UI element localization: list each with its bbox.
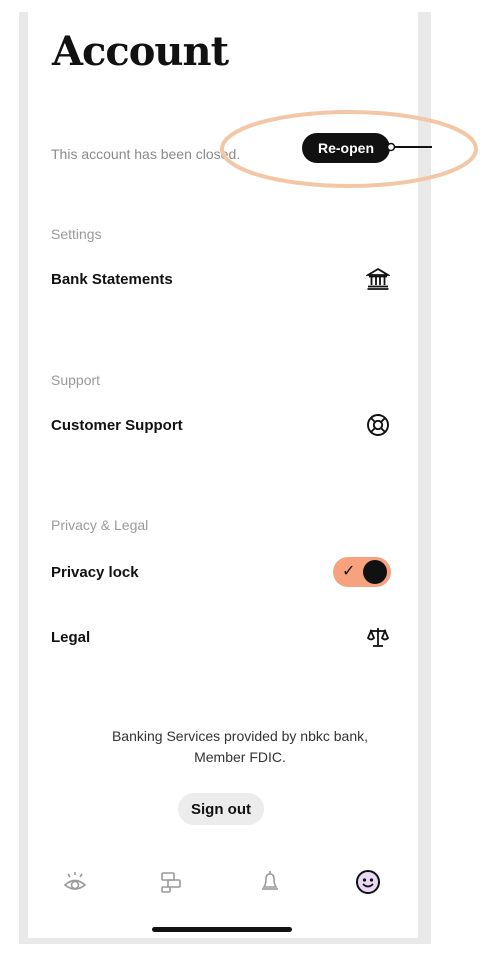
section-header-privacy-legal: Privacy & Legal — [51, 517, 149, 533]
pointer-dot-icon — [386, 142, 396, 152]
section-header-settings: Settings — [51, 226, 102, 242]
disclosure-line-1: Banking Services provided by nbkc bank, — [111, 728, 369, 744]
privacy-lock-label: Privacy lock — [51, 563, 139, 581]
bank-icon — [365, 266, 391, 292]
privacy-lock-toggle[interactable]: ✓ — [333, 557, 391, 587]
bank-statements-label: Bank Statements — [51, 270, 173, 288]
tab-notifications[interactable] — [256, 868, 284, 896]
disclosure-line-2: Member FDIC. — [194, 749, 286, 765]
tab-accounts[interactable] — [157, 868, 185, 896]
bank-disclosure: Banking Services provided by nbkc bank, … — [40, 726, 440, 768]
legal-label: Legal — [51, 628, 91, 646]
customer-support-row[interactable]: Customer Support — [51, 408, 391, 442]
section-header-support: Support — [51, 372, 101, 388]
bank-statements-row[interactable]: Bank Statements — [51, 262, 391, 296]
customer-support-label: Customer Support — [51, 416, 183, 434]
tab-bar — [28, 862, 418, 902]
smiley-icon — [356, 870, 380, 894]
home-indicator — [152, 927, 292, 932]
scales-icon — [365, 624, 391, 650]
page-title: Account — [52, 28, 229, 75]
toggle-knob — [363, 560, 387, 584]
bell-icon — [262, 871, 278, 890]
tab-profile[interactable] — [354, 868, 382, 896]
account-closed-message: This account has been closed. — [51, 146, 241, 162]
sign-out-button[interactable]: Sign out — [178, 793, 264, 825]
tab-watch[interactable] — [61, 868, 89, 896]
reopen-button[interactable]: Re-open — [302, 133, 390, 163]
checkmark-icon: ✓ — [342, 563, 356, 580]
legal-row[interactable]: Legal — [51, 620, 391, 654]
accounts-icon — [161, 872, 181, 893]
lifebuoy-icon — [365, 412, 391, 438]
eye-icon — [63, 872, 87, 890]
privacy-lock-row: Privacy lock ✓ — [51, 555, 391, 589]
